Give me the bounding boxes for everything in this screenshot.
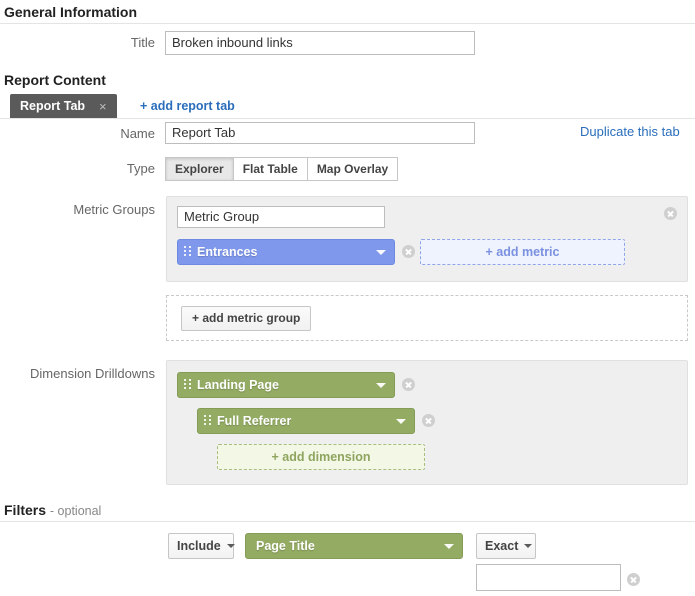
drag-handle-icon[interactable] [184, 245, 191, 259]
metric-chip-label: Entrances [197, 245, 258, 259]
dimension-chip-label: Full Referrer [217, 414, 292, 428]
dimension-chip-full-referrer[interactable]: Full Referrer [197, 408, 415, 434]
filters-section: Filters - optional [0, 502, 695, 522]
general-information-section: General Information [0, 4, 695, 24]
type-segmented-control[interactable]: Explorer Flat Table Map Overlay [165, 157, 399, 181]
report-tab-label: Report Tab [20, 99, 86, 113]
tab-name-label: Name [120, 126, 155, 141]
filter-dimension-label: Page Title [256, 539, 315, 553]
drag-handle-icon[interactable] [204, 414, 211, 428]
title-input[interactable] [165, 31, 475, 55]
filters-heading-text: Filters [4, 502, 47, 518]
filter-dimension-chip[interactable]: Page Title [245, 533, 463, 559]
filter-match-type-value: Exact [485, 539, 519, 553]
filter-value-input[interactable] [476, 564, 621, 591]
metric-chip-entrances[interactable]: Entrances [177, 239, 395, 265]
filter-include-select[interactable]: Include [168, 533, 235, 559]
chevron-down-icon[interactable] [376, 249, 386, 255]
report-content-section: Report Content [0, 72, 695, 91]
add-metric-button[interactable]: + add metric [420, 239, 625, 265]
dimension-drilldowns-label: Dimension Drilldowns [30, 366, 155, 381]
chevron-down-icon[interactable] [396, 418, 406, 424]
remove-filter-icon[interactable] [627, 573, 640, 586]
section-divider [0, 521, 695, 522]
filters-optional-text: - optional [49, 504, 102, 518]
tab-name-input[interactable] [165, 122, 475, 144]
metric-group-panel: Entrances + add metric [166, 196, 688, 282]
type-option-flat-table[interactable]: Flat Table [232, 157, 307, 181]
title-row: Title [0, 31, 695, 55]
add-metric-group-container: + add metric group [166, 295, 688, 341]
add-report-tab-button[interactable]: + add report tab [140, 99, 235, 113]
section-divider [0, 23, 695, 24]
type-row: Type Explorer Flat Table Map Overlay [0, 157, 695, 181]
report-content-heading: Report Content [4, 72, 106, 88]
chevron-down-icon[interactable] [524, 544, 533, 548]
remove-dimension-icon[interactable] [402, 378, 415, 391]
remove-metric-group-icon[interactable] [664, 207, 677, 220]
add-dimension-button[interactable]: + add dimension [217, 444, 425, 470]
type-label: Type [126, 161, 155, 176]
dimension-chip-landing-page[interactable]: Landing Page [177, 372, 395, 398]
remove-metric-icon[interactable] [402, 245, 415, 258]
dimension-drilldowns-panel: Landing Page Full Referrer + add dimensi… [166, 360, 688, 485]
general-information-heading: General Information [4, 4, 138, 20]
metric-groups-label: Metric Groups [73, 202, 155, 217]
type-option-explorer[interactable]: Explorer [165, 157, 233, 181]
report-tab-pill[interactable]: Report Tab × [10, 94, 117, 118]
add-metric-group-button[interactable]: + add metric group [181, 305, 312, 331]
remove-dimension-icon[interactable] [422, 414, 435, 427]
filters-heading: Filters - optional [0, 502, 695, 521]
type-option-map-overlay[interactable]: Map Overlay [306, 157, 399, 181]
chevron-down-icon[interactable] [444, 543, 454, 549]
chevron-down-icon[interactable] [376, 382, 386, 388]
close-icon[interactable]: × [99, 99, 107, 114]
duplicate-tab-link[interactable]: Duplicate this tab [580, 124, 680, 139]
dimension-chip-label: Landing Page [197, 378, 279, 392]
metric-group-name-input[interactable] [177, 206, 385, 228]
chevron-down-icon[interactable] [226, 544, 235, 548]
filter-include-value: Include [177, 539, 221, 553]
drag-handle-icon[interactable] [184, 378, 191, 392]
title-label: Title [130, 35, 155, 50]
section-divider [0, 118, 695, 119]
filter-match-type-select[interactable]: Exact [476, 533, 536, 559]
